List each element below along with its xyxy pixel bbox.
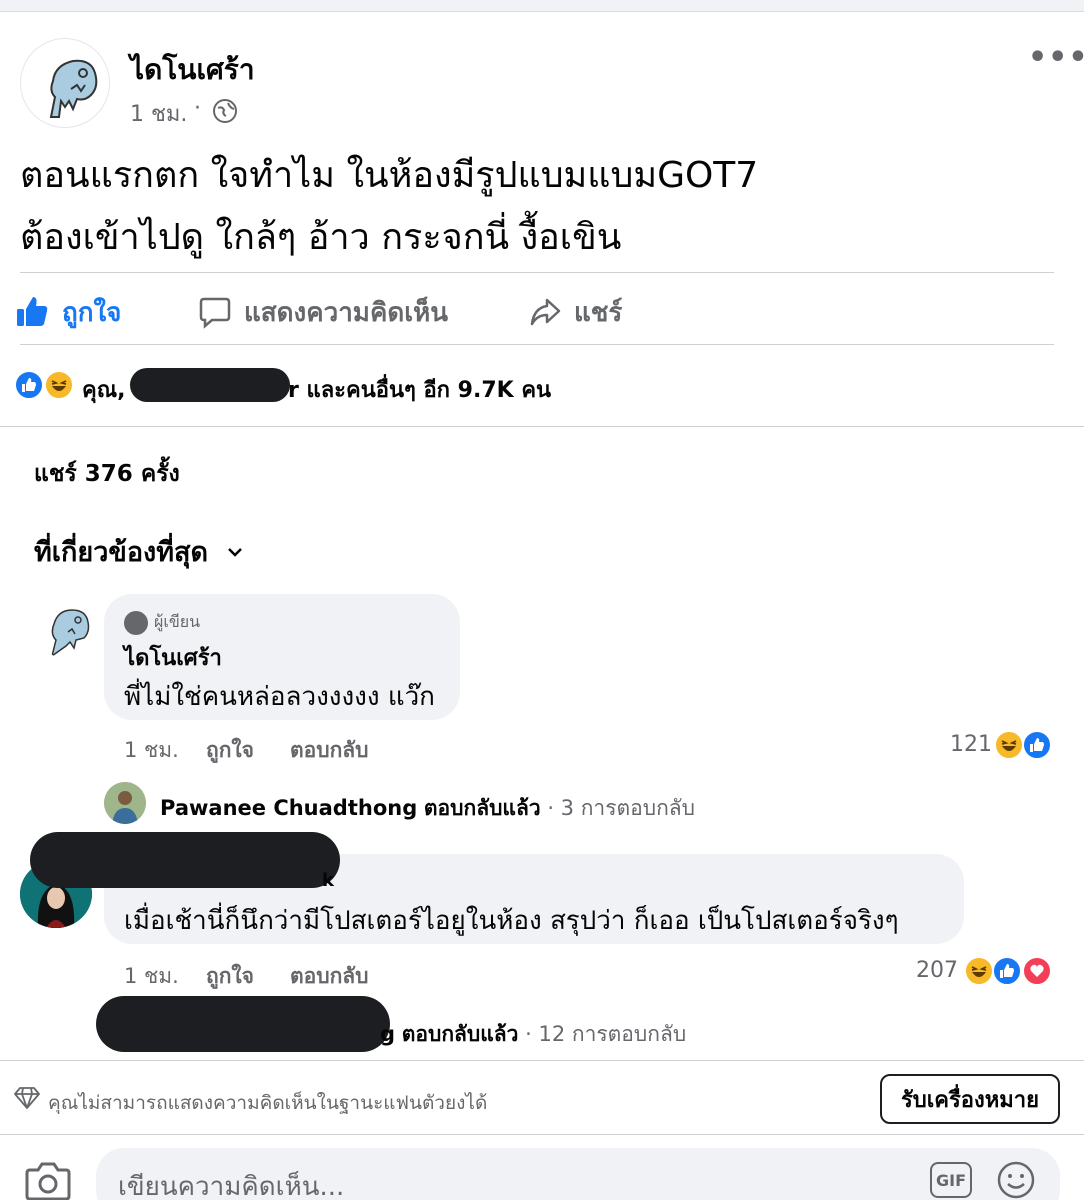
- reply-action: ตอบกลับแล้ว: [423, 796, 541, 820]
- emoji-icon[interactable]: [996, 1160, 1036, 1200]
- dot-separator: ·: [194, 96, 201, 121]
- comment-text: เมื่อเช้านี่ก็นึกว่ามีโปสเตอร์ไอยูในห้อง…: [124, 906, 899, 936]
- share-label: แชร์: [574, 297, 623, 328]
- more-icon[interactable]: •••: [1028, 40, 1084, 75]
- section-divider: [0, 426, 1084, 427]
- reply-avatar[interactable]: [104, 782, 146, 824]
- badge-label: ผู้เขียน: [154, 612, 201, 631]
- redacted-name: [30, 832, 340, 888]
- dino-icon: [50, 609, 90, 658]
- sort-label: ที่เกี่ยวข้องที่สุด: [34, 537, 209, 568]
- author-avatar[interactable]: [20, 38, 110, 128]
- like-button[interactable]: ถูกใจ: [14, 290, 144, 334]
- comment-avatar[interactable]: [40, 600, 96, 660]
- divider: [20, 344, 1054, 345]
- gif-label: GIF: [935, 1170, 966, 1190]
- like-reaction-icon: [14, 370, 44, 400]
- share-count[interactable]: แชร์ 376 ครั้ง: [34, 456, 180, 492]
- haha-icon: [994, 730, 1024, 760]
- comment-like[interactable]: ถูกใจ: [206, 734, 254, 767]
- share-button[interactable]: แชร์: [528, 290, 648, 334]
- redacted-name: [96, 996, 390, 1052]
- reply-count: · 12 การตอบกลับ: [525, 1022, 687, 1046]
- badge-icon: [124, 610, 148, 635]
- divider: [20, 272, 1054, 273]
- comment-reply[interactable]: ตอบกลับ: [290, 960, 369, 993]
- reply-count: · 3 การตอบกลับ: [547, 796, 695, 820]
- chevron-down-icon: [228, 547, 242, 557]
- comment-icon: [199, 297, 231, 329]
- post-author[interactable]: ไดโนเศร้า: [130, 48, 255, 92]
- comment-author[interactable]: ไดโนเศร้า: [124, 640, 222, 675]
- author-badge: ผู้เขียน: [124, 610, 200, 635]
- comment-time[interactable]: 1 ชม.: [124, 960, 179, 993]
- post-text-line-1: ตอนแรกตก ใจทำไม ในห้องมีรูปแบมแบมGOT7: [20, 155, 759, 196]
- comment-input-placeholder: เขียนความคิดเห็น...: [118, 1172, 345, 1200]
- diamond-icon: [14, 1087, 40, 1109]
- comment-text: พี่ไม่ใช่คนหล่อลวงงงงง แว๊ก: [124, 682, 435, 712]
- love-icon: [1022, 956, 1052, 986]
- camera-icon[interactable]: [24, 1160, 72, 1200]
- share-icon: [530, 298, 561, 326]
- reaction-count[interactable]: 207: [916, 958, 958, 983]
- reply-action: ตอบกลับแล้ว: [401, 1022, 519, 1046]
- like-label: ถูกใจ: [62, 297, 122, 328]
- dino-icon: [49, 59, 98, 118]
- reply-summary[interactable]: g ตอบกลับแล้ว · 12 การตอบกลับ: [380, 1018, 686, 1051]
- comment-label: แสดงความคิดเห็น: [244, 297, 449, 328]
- comment-author-tail[interactable]: k: [322, 870, 334, 891]
- top-band: [0, 0, 1084, 12]
- post-text-line-2: ต้องเข้าไปดู ใกล้ๆ อ้าว กระจกนี่ งื้อเขิ…: [20, 217, 622, 258]
- sort-dropdown[interactable]: ที่เกี่ยวข้องที่สุด: [34, 530, 246, 573]
- like-reaction-icon: [1022, 730, 1052, 760]
- notice-text: คุณไม่สามารถแสดงความคิดเห็นในฐานะแฟนตัวย…: [48, 1092, 488, 1114]
- reactions-you[interactable]: คุณ,: [82, 372, 125, 407]
- haha-icon: [44, 370, 74, 400]
- comment-button[interactable]: แสดงความคิดเห็น: [198, 290, 468, 334]
- reply-name-tail: g: [380, 1022, 396, 1046]
- comment-reply[interactable]: ตอบกลับ: [290, 734, 369, 767]
- gif-icon[interactable]: GIF: [930, 1162, 972, 1198]
- reactions-others[interactable]: r และคนอื่นๆ อีก 9.7K คน: [288, 372, 551, 407]
- photo-avatar-icon: [104, 782, 146, 824]
- reaction-count[interactable]: 121: [950, 732, 992, 757]
- comment-like[interactable]: ถูกใจ: [206, 960, 254, 993]
- reply-name: Pawanee Chuadthong: [160, 796, 418, 820]
- post-time[interactable]: 1 ชม.: [130, 96, 187, 131]
- globe-icon: [213, 99, 237, 123]
- redacted-name: [130, 368, 290, 402]
- thumbs-up-icon: [17, 297, 48, 326]
- reply-summary[interactable]: Pawanee Chuadthong ตอบกลับแล้ว · 3 การตอ…: [160, 792, 695, 825]
- get-badge-button[interactable]: รับเครื่องหมาย: [880, 1074, 1060, 1124]
- like-reaction-icon: [992, 956, 1022, 986]
- comment-time[interactable]: 1 ชม.: [124, 734, 179, 767]
- haha-icon: [964, 956, 994, 986]
- composer-divider: [0, 1134, 1084, 1135]
